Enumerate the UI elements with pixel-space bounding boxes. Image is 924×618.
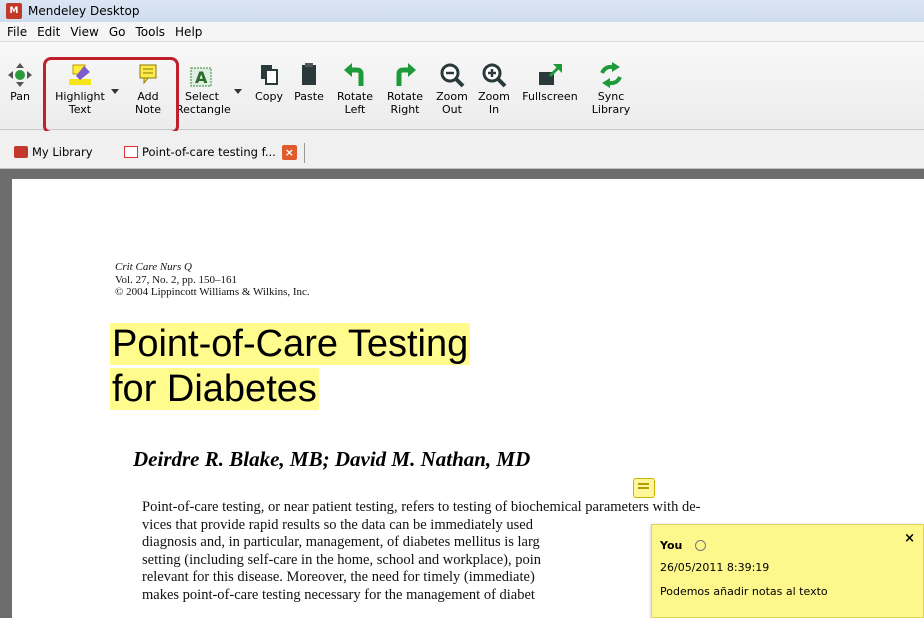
menu-tools[interactable]: Tools bbox=[130, 25, 170, 39]
select-rectangle-button[interactable]: A Select Rectangle bbox=[176, 62, 231, 116]
note-status-icon[interactable] bbox=[695, 540, 706, 551]
journal-info: Crit Care Nurs Q Vol. 27, No. 2, pp. 150… bbox=[115, 261, 310, 299]
fullscreen-icon bbox=[536, 62, 564, 88]
svg-text:A: A bbox=[195, 68, 208, 87]
note-text[interactable]: Podemos añadir notas al texto bbox=[660, 585, 828, 598]
note-marker-icon[interactable] bbox=[633, 478, 655, 498]
add-note-label-2: Note bbox=[134, 103, 162, 116]
window-title: Mendeley Desktop bbox=[28, 4, 140, 18]
tab-my-library-label: My Library bbox=[32, 145, 93, 159]
note-popup[interactable]: You × 26/05/2011 8:39:19 Podemos añadir … bbox=[651, 524, 924, 618]
sync-library-button[interactable]: Sync Library bbox=[588, 62, 634, 116]
zoom-in-icon bbox=[480, 62, 508, 88]
tab-separator bbox=[304, 143, 305, 163]
tab-bar: My Library Point-of-care testing f... × bbox=[0, 131, 924, 169]
paste-button[interactable]: Paste bbox=[292, 62, 326, 103]
journal-copyright: © 2004 Lippincott Williams & Wilkins, In… bbox=[115, 286, 310, 298]
rotate-right-button[interactable]: Rotate Right bbox=[384, 62, 426, 116]
paper-title-line-1[interactable]: Point-of-Care Testing bbox=[110, 323, 471, 365]
copy-icon bbox=[255, 62, 283, 88]
abstract-line: Point-of-care testing, or near patient t… bbox=[142, 499, 701, 515]
select-rectangle-icon: A bbox=[188, 62, 216, 88]
mendeley-logo-icon: M bbox=[6, 3, 22, 19]
zoom-out-label-1: Zoom bbox=[436, 90, 468, 103]
journal-volume: Vol. 27, No. 2, pp. 150–161 bbox=[115, 273, 238, 286]
copy-label: Copy bbox=[255, 90, 283, 103]
highlight-label-2: Text bbox=[68, 103, 92, 116]
fullscreen-button[interactable]: Fullscreen bbox=[520, 62, 580, 103]
select-rectangle-label-2: Rectangle bbox=[176, 103, 231, 116]
menu-view[interactable]: View bbox=[65, 25, 103, 39]
rotate-left-label-1: Rotate bbox=[336, 90, 373, 103]
add-note-button[interactable]: Add Note bbox=[128, 62, 168, 116]
mendeley-logo-icon bbox=[14, 146, 28, 158]
select-rectangle-label-1: Select bbox=[185, 90, 219, 103]
note-timestamp: 26/05/2011 8:39:19 bbox=[660, 561, 770, 574]
pan-button[interactable]: Pan bbox=[4, 62, 36, 103]
tab-document[interactable]: Point-of-care testing f... × bbox=[124, 141, 297, 163]
highlighter-icon bbox=[66, 62, 94, 88]
sticky-note-icon bbox=[134, 62, 162, 88]
rotate-left-icon bbox=[341, 62, 369, 88]
tab-my-library[interactable]: My Library bbox=[14, 141, 93, 163]
sync-label-2: Library bbox=[591, 103, 631, 116]
note-close-icon[interactable]: × bbox=[904, 531, 915, 546]
copy-button[interactable]: Copy bbox=[252, 62, 286, 103]
close-tab-icon[interactable]: × bbox=[281, 144, 297, 160]
pdf-viewer[interactable]: Crit Care Nurs Q Vol. 27, No. 2, pp. 150… bbox=[0, 169, 924, 618]
pdf-page[interactable]: Crit Care Nurs Q Vol. 27, No. 2, pp. 150… bbox=[12, 179, 924, 618]
rotate-right-icon bbox=[391, 62, 419, 88]
note-author: You bbox=[660, 539, 683, 552]
journal-name: Crit Care Nurs Q bbox=[115, 261, 192, 273]
fullscreen-label: Fullscreen bbox=[522, 90, 578, 103]
rotate-left-label-2: Left bbox=[344, 103, 366, 116]
rotate-left-button[interactable]: Rotate Left bbox=[334, 62, 376, 116]
pan-label: Pan bbox=[10, 90, 30, 103]
zoom-in-label-1: Zoom bbox=[478, 90, 510, 103]
rotate-right-label-1: Rotate bbox=[386, 90, 423, 103]
pdf-icon bbox=[124, 146, 138, 158]
clipboard-icon bbox=[295, 62, 323, 88]
menu-edit[interactable]: Edit bbox=[32, 25, 65, 39]
sync-label-1: Sync bbox=[597, 90, 625, 103]
tab-document-label: Point-of-care testing f... bbox=[142, 145, 276, 159]
highlight-text-button[interactable]: Highlight Text bbox=[52, 62, 108, 116]
sync-icon bbox=[597, 62, 625, 88]
zoom-out-button[interactable]: Zoom Out bbox=[434, 62, 470, 116]
highlight-dropdown-icon[interactable] bbox=[111, 89, 119, 94]
pan-icon bbox=[6, 62, 34, 88]
menu-go[interactable]: Go bbox=[104, 25, 131, 39]
menu-file[interactable]: File bbox=[2, 25, 32, 39]
highlight-label-1: Highlight bbox=[55, 90, 105, 103]
zoom-out-icon bbox=[438, 62, 466, 88]
select-dropdown-icon[interactable] bbox=[234, 89, 242, 94]
paper-title: Point-of-Care Testing for Diabetes bbox=[110, 322, 471, 412]
zoom-in-label-2: In bbox=[488, 103, 500, 116]
paper-title-line-2[interactable]: for Diabetes bbox=[110, 368, 319, 410]
zoom-in-button[interactable]: Zoom In bbox=[476, 62, 512, 116]
paste-label: Paste bbox=[294, 90, 324, 103]
rotate-right-label-2: Right bbox=[390, 103, 420, 116]
add-note-label-1: Add bbox=[137, 90, 159, 103]
paper-authors: Deirdre R. Blake, MB; David M. Nathan, M… bbox=[133, 447, 531, 471]
zoom-out-label-2: Out bbox=[442, 103, 462, 116]
toolbar: Pan Highlight Text Add Note A Select Rec… bbox=[0, 42, 924, 130]
menu-help[interactable]: Help bbox=[170, 25, 207, 39]
title-bar: M Mendeley Desktop bbox=[0, 0, 924, 22]
menu-bar: File Edit View Go Tools Help bbox=[0, 22, 924, 42]
